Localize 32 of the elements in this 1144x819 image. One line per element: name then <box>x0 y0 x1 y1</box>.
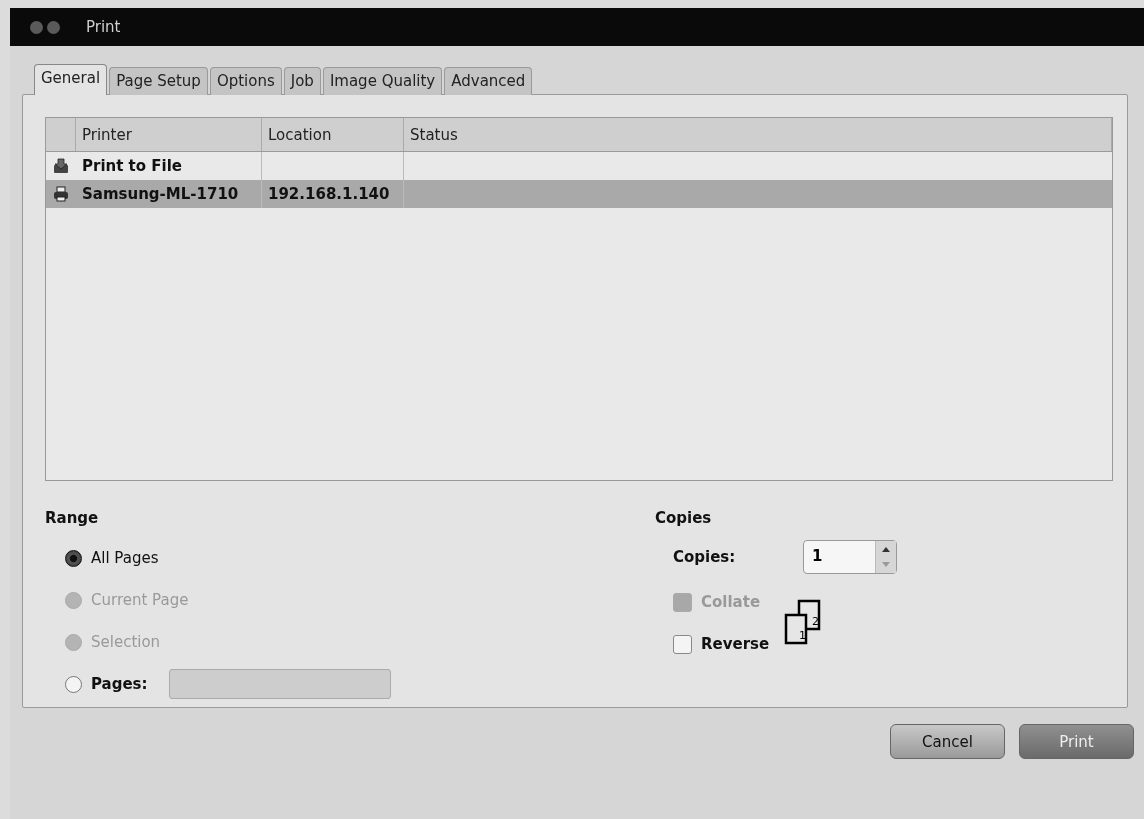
minimize-button[interactable] <box>47 20 60 34</box>
table-cell: 192.168.1.140 <box>262 180 404 208</box>
radio-button[interactable] <box>65 549 82 567</box>
window-title: Print <box>86 18 121 36</box>
checkbox[interactable] <box>673 634 692 654</box>
section-heading: Copies <box>655 509 713 527</box>
close-button[interactable] <box>30 20 43 34</box>
printer-icon <box>53 186 69 202</box>
radio-label[interactable]: Pages: <box>91 675 148 693</box>
copies-label: Copies: <box>673 548 737 566</box>
tab[interactable]: Job <box>283 67 321 95</box>
radio-button[interactable] <box>65 675 82 693</box>
column-header[interactable]: Status <box>404 118 1112 151</box>
pages-field[interactable] <box>168 669 391 699</box>
tab[interactable]: Page Setup <box>109 67 208 95</box>
table-row[interactable]: Samsung-ML-1710 192.168.1.140 <box>46 180 1112 208</box>
column-header[interactable]: Printer <box>76 118 262 151</box>
dialog-button[interactable]: Cancel <box>890 724 1005 759</box>
table-cell: Samsung-ML-1710 <box>76 180 262 208</box>
dialog-button[interactable]: Print <box>1019 724 1134 759</box>
copies-spinner[interactable]: 1 <box>803 540 897 574</box>
tab[interactable]: General <box>34 64 108 95</box>
tab[interactable]: Options <box>209 67 282 95</box>
tab[interactable]: Image Quality <box>322 67 443 95</box>
down-arrow-icon <box>882 562 890 568</box>
up-arrow-icon <box>882 546 890 552</box>
file-printer-icon <box>53 158 69 174</box>
tab[interactable]: Advanced <box>444 67 533 95</box>
section-heading: Range <box>45 509 100 527</box>
checkbox-label[interactable]: Reverse <box>701 635 770 653</box>
column-header[interactable]: Location <box>262 118 404 151</box>
radio-label[interactable]: All Pages <box>91 549 159 567</box>
